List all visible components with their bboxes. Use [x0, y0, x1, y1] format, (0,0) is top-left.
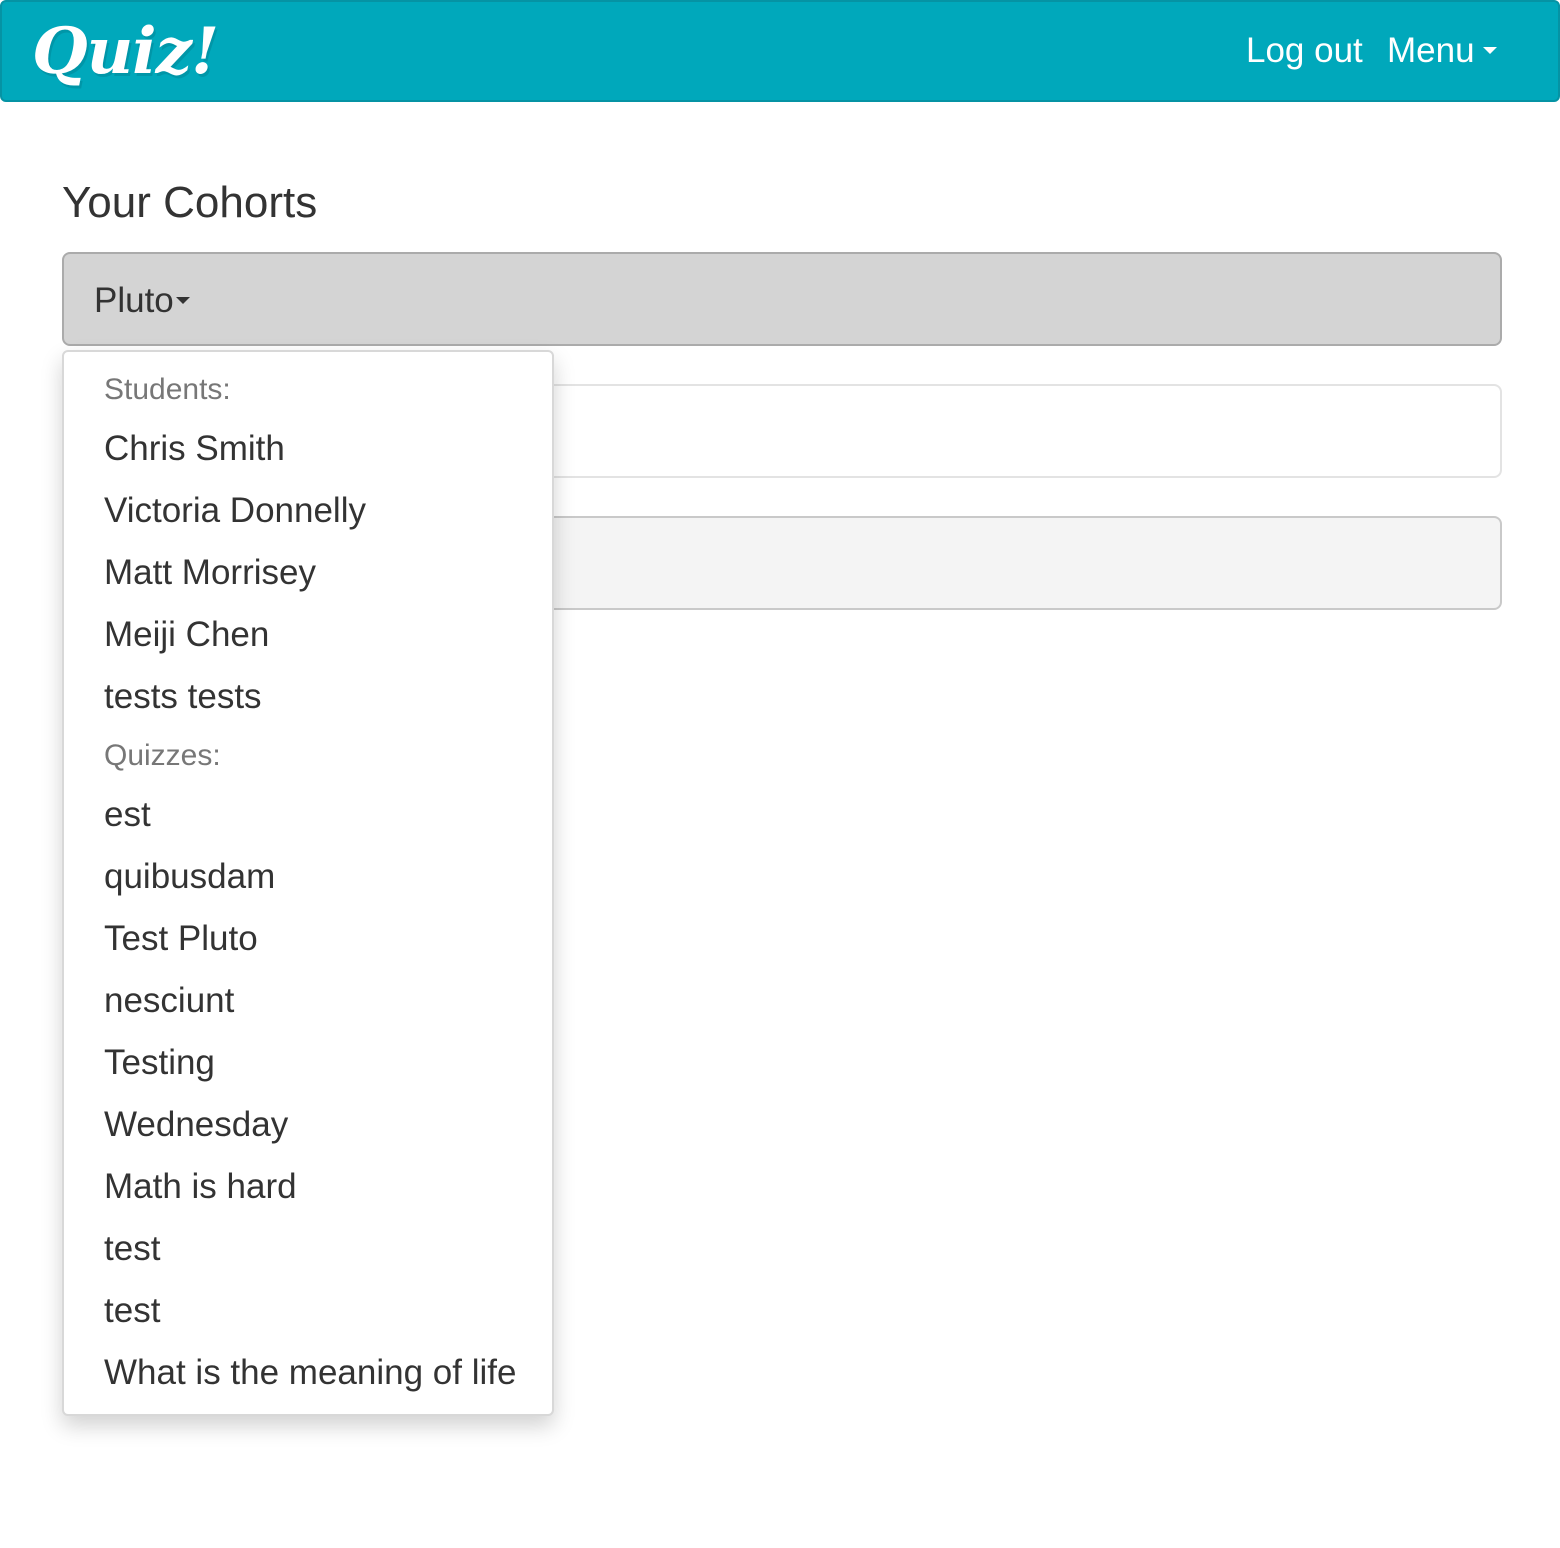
- student-item[interactable]: Meiji Chen: [104, 612, 269, 658]
- brand-logo[interactable]: Quiz!: [32, 12, 219, 92]
- student-item[interactable]: tests tests: [104, 674, 262, 720]
- quiz-item[interactable]: test: [104, 1226, 160, 1272]
- quiz-item[interactable]: nesciunt: [104, 978, 234, 1024]
- caret-down-icon: [175, 297, 190, 305]
- student-item[interactable]: Chris Smith: [104, 426, 285, 472]
- quiz-item[interactable]: Math is hard: [104, 1164, 297, 1210]
- quiz-item[interactable]: Testing: [104, 1040, 215, 1086]
- quiz-item[interactable]: est: [104, 792, 151, 838]
- quiz-item[interactable]: What is the meaning of life: [104, 1350, 516, 1396]
- top-navbar: Quiz! Log out Menu: [0, 0, 1560, 102]
- page-title: Your Cohorts: [62, 178, 318, 227]
- quizzes-header: Quizzes:: [104, 739, 221, 772]
- cohort-dropdown-toggle[interactable]: Pluto: [62, 252, 1502, 346]
- student-item[interactable]: Victoria Donnelly: [104, 488, 366, 534]
- quiz-item[interactable]: test: [104, 1288, 160, 1334]
- cohort-toggle-label: Pluto: [94, 278, 190, 324]
- quiz-item[interactable]: Wednesday: [104, 1102, 288, 1148]
- menu-label: Menu: [1387, 31, 1475, 70]
- selected-cohort-name: Pluto: [94, 281, 174, 320]
- students-header: Students:: [104, 373, 231, 406]
- menu-dropdown-toggle[interactable]: Menu: [1387, 28, 1497, 74]
- quiz-item[interactable]: quibusdam: [104, 854, 275, 900]
- student-item[interactable]: Matt Morrisey: [104, 550, 316, 596]
- logout-link[interactable]: Log out: [1246, 28, 1363, 74]
- quiz-item[interactable]: Test Pluto: [104, 916, 258, 962]
- chevron-down-icon: [1482, 47, 1497, 55]
- cohort-dropdown-menu: Students: Chris Smith Victoria Donnelly …: [62, 350, 554, 1416]
